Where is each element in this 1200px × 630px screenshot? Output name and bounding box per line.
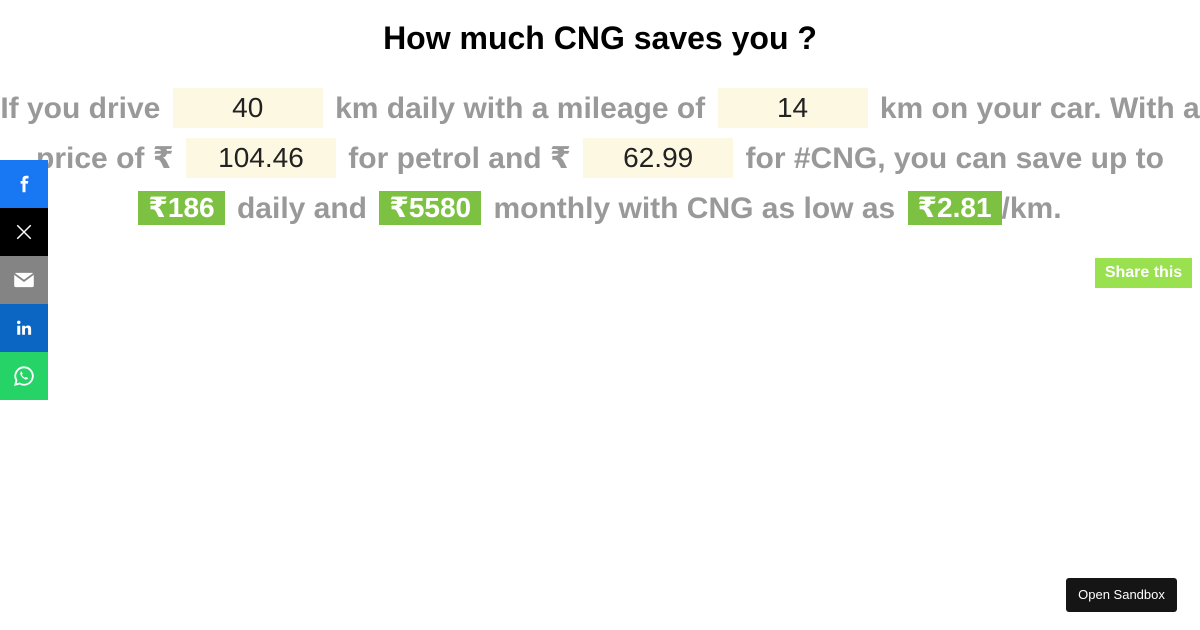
daily-savings-badge: ₹186 xyxy=(138,191,225,226)
facebook-icon xyxy=(20,175,29,193)
x-share-button[interactable] xyxy=(0,208,48,256)
km-daily-input[interactable] xyxy=(172,88,323,129)
x-icon xyxy=(16,224,32,240)
text-per-km: /km. xyxy=(1001,192,1062,225)
email-icon xyxy=(13,272,35,288)
text-for-cng: for #CNG, you can save up to xyxy=(745,142,1164,175)
monthly-savings-badge: ₹5580 xyxy=(379,191,482,226)
cng-price-input[interactable] xyxy=(583,138,734,179)
mileage-input[interactable] xyxy=(717,88,868,129)
petrol-price-input[interactable] xyxy=(185,138,336,179)
share-this-button[interactable]: Share this xyxy=(1095,258,1192,288)
text-monthly-low: monthly with CNG as low as xyxy=(493,192,896,225)
email-share-button[interactable] xyxy=(0,256,48,304)
page-title: How much CNG saves you ? xyxy=(383,20,817,56)
page: How much CNG saves you ? If you drive km… xyxy=(0,0,1200,630)
text-daily-and: daily and xyxy=(236,192,368,225)
text-km-daily-mileage: km daily with a mileage of xyxy=(335,92,706,125)
text-for-petrol: for petrol and ₹ xyxy=(348,142,571,175)
linkedin-icon xyxy=(17,320,32,335)
text-if-you-drive: If you drive xyxy=(0,92,161,125)
cost-per-km-badge: ₹2.81 xyxy=(907,191,1002,226)
open-sandbox-button[interactable]: Open Sandbox xyxy=(1066,578,1177,612)
calculator-sentence: If you drive km daily with a mileage of … xyxy=(0,84,1200,234)
whatsapp-icon xyxy=(13,366,34,387)
social-share-bar xyxy=(0,160,48,400)
facebook-share-button[interactable] xyxy=(0,160,48,208)
whatsapp-share-button[interactable] xyxy=(0,352,48,400)
linkedin-share-button[interactable] xyxy=(0,304,48,352)
